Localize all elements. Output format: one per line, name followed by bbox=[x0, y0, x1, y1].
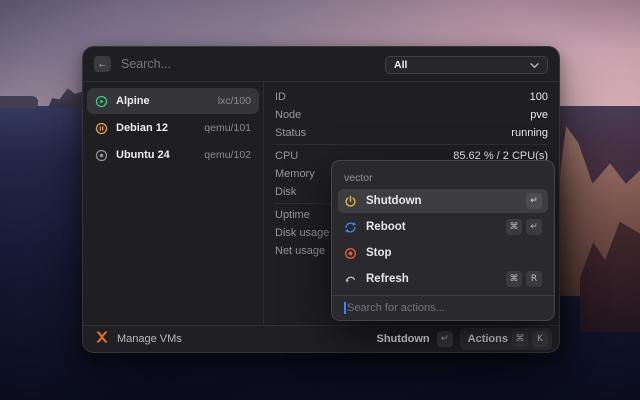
action-label: Stop bbox=[366, 247, 533, 259]
vm-list-item-debian[interactable]: Debian 12 qemu/101 bbox=[87, 115, 259, 141]
divider bbox=[275, 144, 548, 145]
return-key-icon: ↵ bbox=[526, 193, 542, 209]
return-key-icon: ↵ bbox=[526, 219, 542, 235]
k-key-icon: K bbox=[532, 331, 548, 347]
play-circle-icon bbox=[95, 95, 108, 108]
vm-name: Debian 12 bbox=[116, 122, 196, 134]
footer-actions: Shutdown ↵ Actions ⌘ K bbox=[377, 328, 553, 350]
vm-list-item-alpine[interactable]: Alpine lxc/100 bbox=[87, 88, 259, 114]
action-item-reboot[interactable]: Reboot ⌘ ↵ bbox=[338, 215, 548, 239]
detail-label: Net usage bbox=[275, 245, 325, 257]
detail-value: 100 bbox=[530, 91, 548, 103]
action-label: Shutdown bbox=[366, 195, 517, 207]
detail-value: running bbox=[511, 127, 548, 139]
back-button[interactable]: ← bbox=[94, 56, 111, 72]
actions-label: Actions bbox=[468, 333, 508, 345]
pause-circle-icon bbox=[95, 122, 108, 135]
filter-dropdown-value: All bbox=[394, 59, 407, 71]
action-search-input[interactable]: Search for actions... bbox=[332, 295, 554, 320]
action-shortcut: ↵ bbox=[526, 193, 542, 209]
detail-row-node: Node pve bbox=[264, 106, 559, 124]
detail-row-status: Status running bbox=[264, 124, 559, 142]
action-search-placeholder: Search for actions... bbox=[347, 302, 445, 314]
back-arrow-icon: ← bbox=[98, 59, 108, 70]
detail-label: Disk bbox=[275, 186, 296, 198]
action-panel-popup: vector Shutdown ↵ Reboot ⌘ ↵ Stop Refres… bbox=[331, 160, 555, 321]
action-item-refresh[interactable]: Refresh ⌘ R bbox=[338, 267, 548, 291]
power-icon bbox=[344, 195, 357, 208]
vm-id: qemu/102 bbox=[204, 149, 251, 161]
proxmox-logo-icon bbox=[95, 330, 109, 349]
r-key-icon: R bbox=[526, 271, 542, 287]
vm-name: Ubuntu 24 bbox=[116, 149, 196, 161]
vm-name: Alpine bbox=[116, 95, 210, 107]
action-label: Reboot bbox=[366, 221, 497, 233]
detail-row-id: ID 100 bbox=[264, 88, 559, 106]
action-item-stop[interactable]: Stop bbox=[338, 241, 548, 265]
filter-dropdown[interactable]: All bbox=[385, 56, 548, 74]
refresh-icon bbox=[344, 273, 357, 286]
command-key-icon: ⌘ bbox=[512, 331, 528, 347]
reboot-icon bbox=[344, 221, 357, 234]
footer-bar: Manage VMs Shutdown ↵ Actions ⌘ K bbox=[83, 325, 559, 352]
action-shortcut: ⌘ R bbox=[506, 271, 542, 287]
action-shortcut: ⌘ ↵ bbox=[506, 219, 542, 235]
action-section-title: vector bbox=[332, 161, 554, 189]
vm-id: qemu/101 bbox=[204, 122, 251, 134]
search-header: ← Search... All bbox=[83, 47, 559, 82]
text-cursor bbox=[344, 302, 346, 314]
detail-label: Status bbox=[275, 127, 306, 139]
search-input[interactable]: Search... bbox=[121, 57, 171, 71]
action-item-shutdown[interactable]: Shutdown ↵ bbox=[338, 189, 548, 213]
return-key-icon: ↵ bbox=[437, 331, 453, 347]
stop-icon bbox=[344, 247, 357, 260]
stop-circle-icon bbox=[95, 149, 108, 162]
detail-label: Memory bbox=[275, 168, 315, 180]
command-key-icon: ⌘ bbox=[506, 219, 522, 235]
detail-label: Disk usage bbox=[275, 227, 329, 239]
detail-label: Uptime bbox=[275, 209, 310, 221]
primary-action-button[interactable]: Shutdown bbox=[377, 333, 430, 345]
detail-label: CPU bbox=[275, 150, 298, 162]
chevron-down-icon bbox=[530, 56, 539, 74]
action-label: Refresh bbox=[366, 273, 497, 285]
vm-list: Alpine lxc/100 Debian 12 qemu/101 Ubuntu… bbox=[83, 82, 264, 325]
detail-label: ID bbox=[275, 91, 286, 103]
detail-value: pve bbox=[530, 109, 548, 121]
extension-name: Manage VMs bbox=[117, 333, 182, 345]
command-key-icon: ⌘ bbox=[506, 271, 522, 287]
actions-menu-button[interactable]: Actions ⌘ K bbox=[460, 328, 552, 350]
detail-label: Node bbox=[275, 109, 301, 121]
vm-id: lxc/100 bbox=[218, 95, 251, 107]
vm-list-item-ubuntu[interactable]: Ubuntu 24 qemu/102 bbox=[87, 142, 259, 168]
